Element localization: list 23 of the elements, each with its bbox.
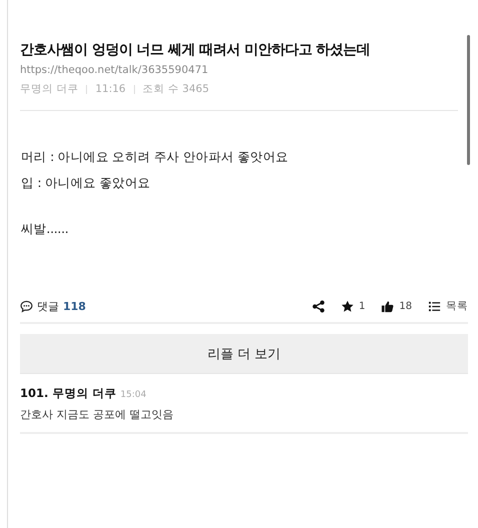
list-link[interactable]: 목록 (446, 299, 468, 313)
view-count: 조회 수 3465 (142, 82, 210, 96)
list-icon[interactable] (428, 300, 441, 312)
body-text: 머리 : 아니에요 오히려 주사 안아파서 좋앗어요 (21, 148, 290, 166)
speech-bubble-icon (20, 300, 33, 312)
like-count: 18 (399, 300, 412, 312)
star-count: 1 (358, 300, 366, 312)
post-time: 11:16 (95, 83, 126, 95)
post-url[interactable]: https://theqoo.net/talk/3635590471 (20, 64, 458, 76)
comment-time: 15:04 (120, 390, 146, 400)
post-title: 간호사쌤이 엉덩이 너므 쎄게 때려서 미안하다고 하셨는데 (20, 41, 372, 60)
author-name: 무명의 더쿠 (20, 82, 78, 96)
comment-author: 101. 무명의 더쿠 (20, 386, 116, 401)
more-replies-button[interactable]: 리플 더 보기 (20, 334, 468, 374)
scrollbar[interactable] (467, 35, 470, 165)
star-icon[interactable] (340, 300, 354, 312)
body-text: 입 : 아니에요 좋았어요 (21, 174, 152, 192)
thumbs-up-icon[interactable] (381, 300, 394, 312)
comment-count[interactable]: 118 (63, 300, 86, 312)
comment-text: 간호사 지금도 공포에 떨고잇음 (20, 407, 174, 422)
comments-label[interactable]: 댓글 (37, 298, 59, 314)
body-text: 씨발...... (21, 220, 70, 238)
share-icon[interactable] (312, 300, 325, 312)
